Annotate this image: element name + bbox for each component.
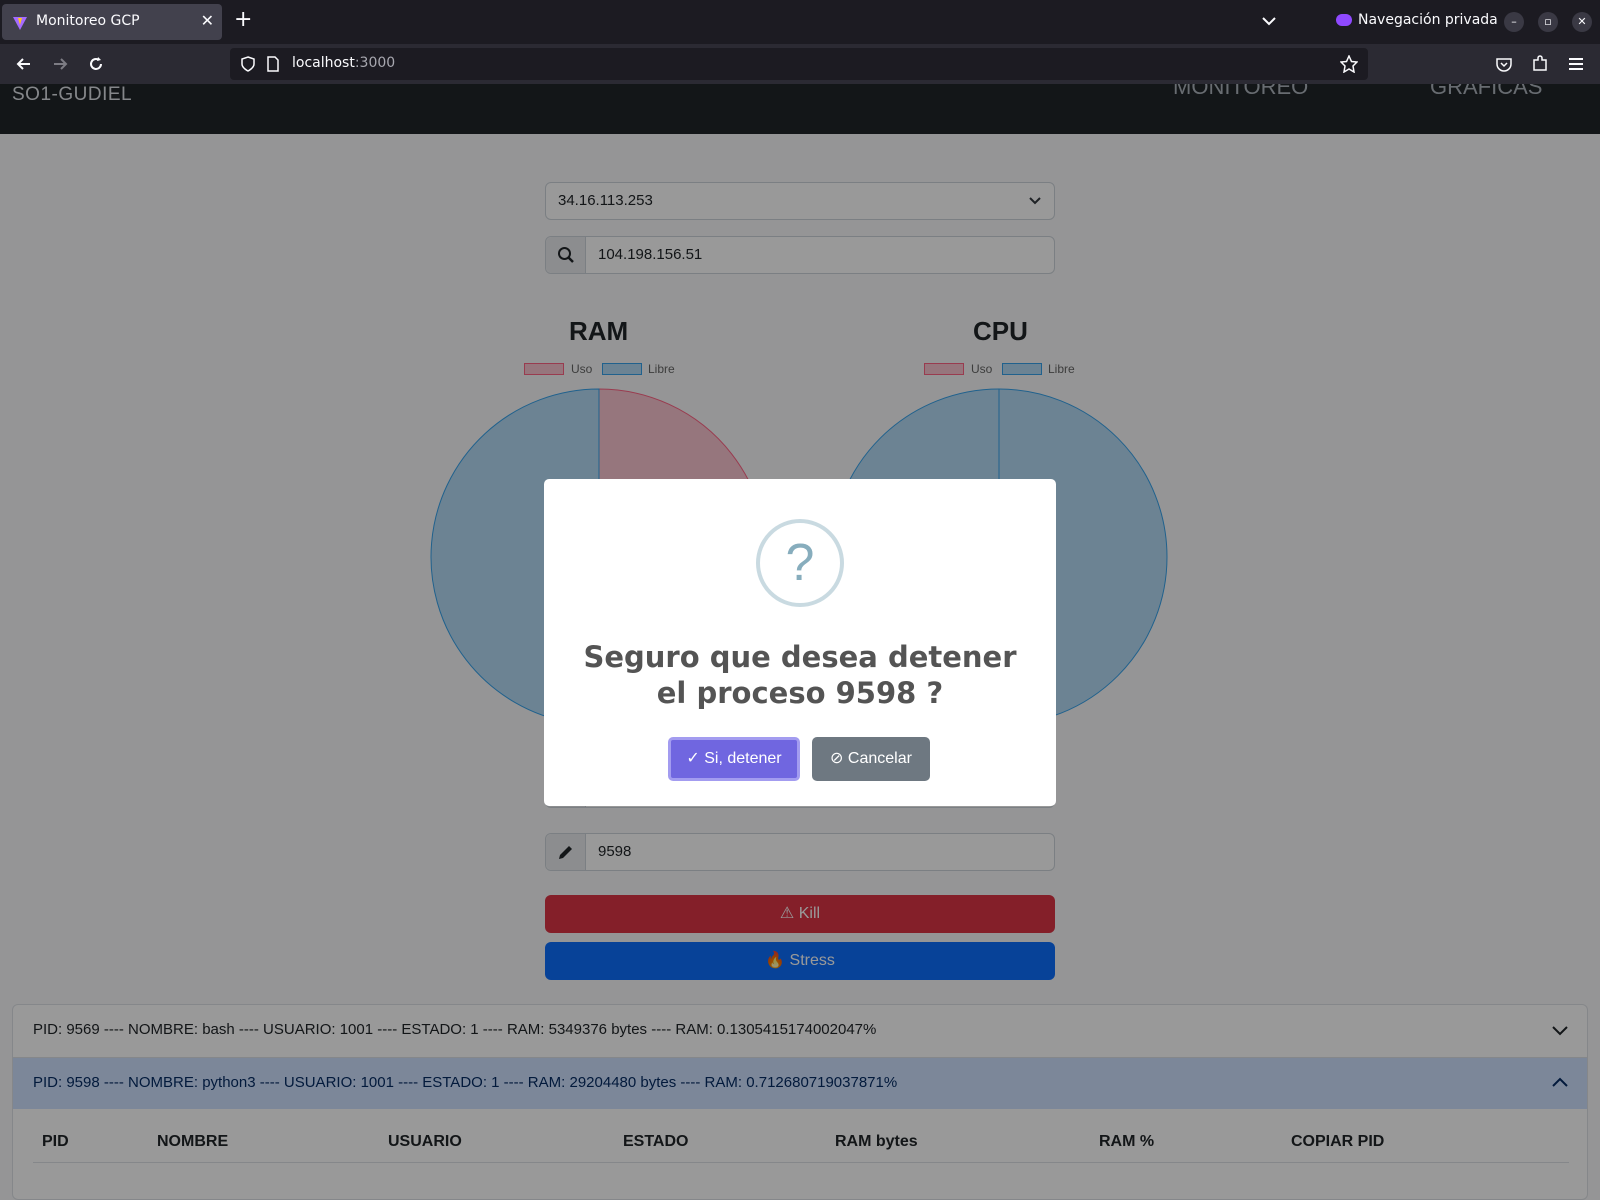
confirm-stop-button[interactable]: ✓ Si, detener <box>668 737 800 781</box>
url-port: :3000 <box>354 55 396 71</box>
bookmark-star-icon[interactable] <box>1340 55 1358 73</box>
tab-title: Monitoreo GCP <box>36 13 140 29</box>
restore-icon[interactable]: ▫ <box>1538 12 1558 32</box>
private-browsing-label: Navegación privada <box>1358 12 1498 28</box>
shield-icon[interactable] <box>240 56 256 72</box>
cancel-button[interactable]: ⊘ Cancelar <box>812 737 930 781</box>
minimize-icon[interactable]: – <box>1504 12 1524 32</box>
dialog-title: Seguro que desea detener el proceso 9598… <box>583 640 1017 710</box>
tab-close-icon[interactable]: ✕ <box>201 11 214 30</box>
tab-list-chevron-icon[interactable] <box>1260 12 1278 30</box>
cancel-label: Cancelar <box>847 750 912 767</box>
browser-tab[interactable]: Monitoreo GCP ✕ <box>2 4 222 40</box>
browser-tabbar: Monitoreo GCP ✕ + Navegación privada – ▫… <box>0 0 1600 44</box>
question-icon: ? <box>756 519 844 607</box>
pocket-icon[interactable] <box>1494 54 1514 74</box>
extensions-icon[interactable] <box>1530 54 1550 74</box>
reload-icon[interactable] <box>86 54 106 74</box>
browser-toolbar: localhost:3000 <box>0 44 1600 84</box>
close-window-icon[interactable]: ✕ <box>1572 12 1592 32</box>
confirm-dialog: ? Seguro que desea detener el proceso 95… <box>544 479 1056 806</box>
menu-hamburger-icon[interactable] <box>1566 54 1586 74</box>
forward-arrow-icon[interactable] <box>50 54 70 74</box>
check-icon: ✓ <box>686 750 700 767</box>
back-arrow-icon[interactable] <box>14 54 34 74</box>
page-icon <box>267 56 279 72</box>
ban-icon: ⊘ <box>830 750 844 767</box>
url-bar[interactable]: localhost:3000 <box>230 48 1368 80</box>
url-text: localhost:3000 <box>292 55 395 71</box>
new-tab-button[interactable]: + <box>234 9 252 31</box>
private-mask-icon <box>1336 14 1352 26</box>
confirm-label: Si, detener <box>704 750 782 767</box>
url-host: localhost <box>292 55 355 71</box>
vite-favicon-icon <box>13 17 27 30</box>
